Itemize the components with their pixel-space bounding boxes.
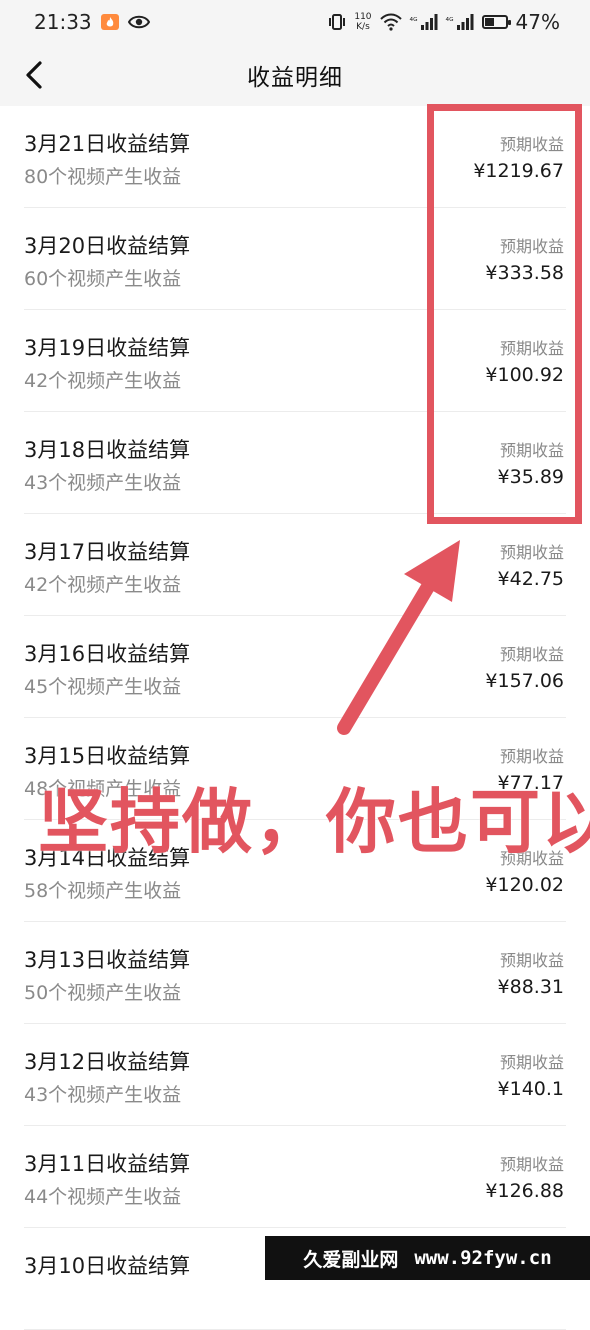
row-expected-label: 预期收益: [499, 951, 564, 970]
network-speed-value: 110: [354, 12, 372, 22]
battery-icon: [481, 15, 511, 29]
network-speed-unit: K/s: [356, 22, 370, 32]
row-amount: ¥120.02: [485, 874, 564, 896]
row-title: 3月21日收益结算: [24, 132, 191, 156]
status-bar: 21:33 110 K/s ⁴ᴳ ⁴ᴳ 47%: [0, 0, 590, 44]
row-title: 3月10日收益结算: [24, 1254, 191, 1278]
earnings-row[interactable]: 3月12日收益结算 43个视频产生收益 预期收益 ¥140.1: [24, 1024, 566, 1126]
earnings-row[interactable]: 3月17日收益结算 42个视频产生收益 预期收益 ¥42.75: [24, 514, 566, 616]
row-amount: ¥140.1: [497, 1078, 564, 1100]
back-arrow-icon[interactable]: [20, 58, 50, 92]
row-subtitle: 43个视频产生收益: [24, 1084, 182, 1106]
row-expected-label: 预期收益: [499, 135, 564, 154]
clock: 21:33: [34, 10, 92, 34]
row-amount: ¥88.31: [497, 976, 564, 998]
watermark-brand: 久爱副业网: [303, 1248, 399, 1271]
row-amount: ¥1219.67: [473, 160, 564, 182]
flame-notification-icon: [100, 14, 119, 30]
earnings-row[interactable]: 3月21日收益结算 80个视频产生收益 预期收益 ¥1219.67: [24, 106, 566, 208]
battery-fill: [484, 18, 494, 26]
battery-percent: 47%: [515, 10, 560, 34]
earnings-row[interactable]: 3月11日收益结算 44个视频产生收益 预期收益 ¥126.88: [24, 1126, 566, 1228]
row-subtitle: 60个视频产生收益: [24, 268, 182, 290]
row-title: 3月13日收益结算: [24, 948, 191, 972]
row-subtitle: 44个视频产生收益: [24, 1186, 182, 1208]
row-expected-label: 预期收益: [499, 1053, 564, 1072]
row-amount: ¥333.58: [485, 262, 564, 284]
row-title: 3月16日收益结算: [24, 642, 191, 666]
row-amount: ¥42.75: [497, 568, 564, 590]
watermark-site: www.92fyw.cn: [414, 1247, 552, 1269]
row-title: 3月11日收益结算: [24, 1152, 191, 1176]
signal-bars-icon: [420, 14, 438, 30]
earnings-row[interactable]: 3月20日收益结算 60个视频产生收益 预期收益 ¥333.58: [24, 208, 566, 310]
status-right: 110 K/s ⁴ᴳ ⁴ᴳ 47%: [328, 10, 560, 34]
row-subtitle: 50个视频产生收益: [24, 982, 182, 1004]
row-subtitle: 42个视频产生收益: [24, 370, 182, 392]
watermark: 久爱副业网 www.92fyw.cn: [265, 1236, 590, 1280]
row-title: 3月17日收益结算: [24, 540, 191, 564]
row-expected-label: 预期收益: [499, 645, 564, 664]
row-title: 3月19日收益结算: [24, 336, 191, 360]
page-title: 收益明细: [247, 65, 343, 91]
row-title: 3月15日收益结算: [24, 744, 191, 768]
row-subtitle: 43个视频产生收益: [24, 472, 182, 494]
earnings-list: 3月21日收益结算 80个视频产生收益 预期收益 ¥1219.67 3月20日收益结算 6…: [0, 106, 590, 1330]
motivational-overlay-text: 坚持做，你也可以: [38, 781, 590, 863]
row-title: 3月20日收益结算: [24, 234, 191, 258]
signal-4g-label-2: ⁴ᴳ: [445, 17, 454, 27]
row-subtitle: 42个视频产生收益: [24, 574, 182, 596]
earnings-row[interactable]: 3月18日收益结算 43个视频产生收益 预期收益 ¥35.89: [24, 412, 566, 514]
network-speed: 110 K/s: [354, 12, 371, 32]
row-title: 3月12日收益结算: [24, 1050, 191, 1074]
row-subtitle: 45个视频产生收益: [24, 676, 182, 698]
row-amount: ¥100.92: [485, 364, 564, 386]
row-amount: ¥35.89: [497, 466, 564, 488]
row-expected-label: 预期收益: [499, 339, 564, 358]
earnings-row[interactable]: 3月16日收益结算 45个视频产生收益 预期收益 ¥157.06: [24, 616, 566, 718]
earnings-row[interactable]: 3月13日收益结算 50个视频产生收益 预期收益 ¥88.31: [24, 922, 566, 1024]
row-expected-label: 预期收益: [499, 747, 564, 766]
eye-icon: [127, 15, 150, 29]
signal-4g-label-1: ⁴ᴳ: [409, 17, 418, 27]
row-expected-label: 预期收益: [499, 441, 564, 460]
row-expected-label: 预期收益: [499, 543, 564, 562]
row-amount: ¥126.88: [485, 1180, 564, 1202]
row-amount: ¥157.06: [485, 670, 564, 692]
nav-bar: 收益明细: [0, 44, 590, 106]
row-title: 3月18日收益结算: [24, 438, 191, 462]
wifi-icon: [379, 13, 402, 31]
earnings-row[interactable]: 3月19日收益结算 42个视频产生收益 预期收益 ¥100.92: [24, 310, 566, 412]
vibrate-icon: [329, 14, 346, 30]
row-subtitle: 58个视频产生收益: [24, 880, 182, 902]
row-expected-label: 预期收益: [499, 1155, 564, 1174]
status-left: 21:33: [34, 10, 150, 34]
row-expected-label: 预期收益: [499, 237, 564, 256]
signal-bars-icon-2: [456, 14, 474, 30]
row-subtitle: 80个视频产生收益: [24, 166, 182, 188]
